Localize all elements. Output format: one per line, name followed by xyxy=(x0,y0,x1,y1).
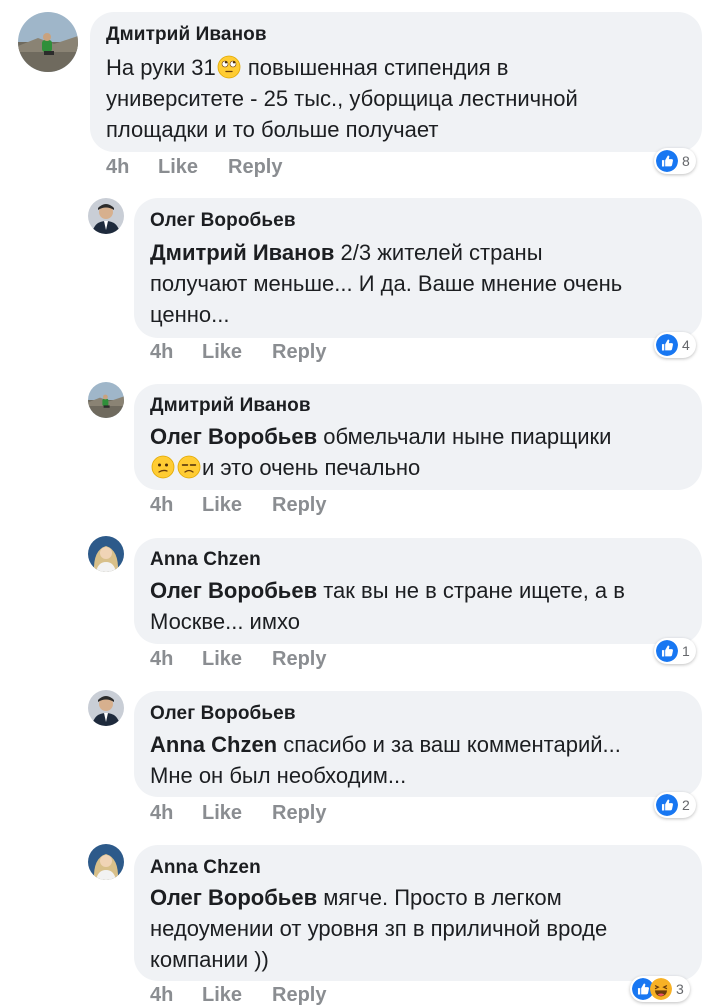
reaction-summary[interactable]: 3 xyxy=(630,976,690,1002)
comment-text: Олег Воробьев так вы не в стране ищете, … xyxy=(150,575,698,637)
avatar-image xyxy=(18,12,78,72)
comment-text-line: ценно... xyxy=(150,302,230,327)
comment-text-line: На руки 31 xyxy=(106,55,216,80)
like-button[interactable]: Like xyxy=(158,156,198,179)
reaction-count: 4 xyxy=(682,337,690,353)
comment-text: Олег Воробьев обмельчали ныне пиарщики и… xyxy=(150,421,698,483)
comment-text-line: обмельчали ныне пиарщики xyxy=(317,424,612,449)
comment-time[interactable]: 4h xyxy=(150,984,173,1007)
avatar-image xyxy=(88,198,124,234)
mention-link[interactable]: Олег Воробьев xyxy=(150,424,317,449)
comment-text-line: спасибо и за ваш комментарий... xyxy=(277,732,621,757)
reply-button[interactable]: Reply xyxy=(272,984,326,1007)
comment-author[interactable]: Олег Воробьев xyxy=(150,210,296,232)
like-button[interactable]: Like xyxy=(202,494,242,517)
comment-text-line: площадки и то больше получает xyxy=(106,117,439,142)
comment-text: На руки 31 повышенная стипендия в универ… xyxy=(106,52,696,145)
comment-text: Дмитрий Иванов 2/3 жителей страны получа… xyxy=(150,237,698,330)
comment-text-line: Москве... имхо xyxy=(150,609,300,634)
reply-button[interactable]: Reply xyxy=(272,494,326,517)
comment-text-line: мягче. Просто в легком xyxy=(317,885,562,910)
like-button[interactable]: Like xyxy=(202,802,242,825)
like-reaction-icon xyxy=(656,794,678,816)
comment-text-line: недоумении от уровня зп в приличной врод… xyxy=(150,916,608,941)
confused-face-emoji-icon xyxy=(151,455,175,479)
avatar-dmitriy[interactable] xyxy=(18,12,78,72)
reaction-summary[interactable]: 8 xyxy=(654,148,696,174)
avatar-image xyxy=(88,844,124,880)
mention-link[interactable]: Дмитрий Иванов xyxy=(150,240,334,265)
comment-text-line: компании )) xyxy=(150,947,269,972)
comment-author[interactable]: Дмитрий Иванов xyxy=(106,24,267,46)
unamused-face-emoji-icon xyxy=(177,455,201,479)
reply-button[interactable]: Reply xyxy=(228,156,282,179)
comment-text-line: и это очень печально xyxy=(202,455,421,480)
reaction-summary[interactable]: 1 xyxy=(654,638,696,664)
comment-text-line: Мне он был необходим... xyxy=(150,763,407,788)
comment-author[interactable]: Anna Chzen xyxy=(150,857,261,879)
like-button[interactable]: Like xyxy=(202,341,242,364)
reaction-count: 1 xyxy=(682,643,690,659)
reply-button[interactable]: Reply xyxy=(272,648,326,671)
avatar-dmitriy[interactable] xyxy=(88,382,124,418)
reaction-count: 3 xyxy=(676,981,684,997)
comment-time[interactable]: 4h xyxy=(150,648,173,671)
mention-link[interactable]: Anna Chzen xyxy=(150,732,277,757)
rolling-eyes-emoji-icon xyxy=(217,55,241,79)
like-button[interactable]: Like xyxy=(202,648,242,671)
comment-author[interactable]: Дмитрий Иванов xyxy=(150,395,311,417)
comment-author[interactable]: Anna Chzen xyxy=(150,549,261,571)
comment-time[interactable]: 4h xyxy=(150,802,173,825)
reaction-count: 8 xyxy=(682,153,690,169)
like-button[interactable]: Like xyxy=(202,984,242,1007)
comment-time[interactable]: 4h xyxy=(106,156,129,179)
haha-reaction-icon xyxy=(650,978,672,1000)
reaction-count: 2 xyxy=(682,797,690,813)
avatar-anna[interactable] xyxy=(88,844,124,880)
comment-text-line: 2/3 жителей страны xyxy=(334,240,543,265)
like-reaction-icon xyxy=(656,150,678,172)
avatar-oleg[interactable] xyxy=(88,690,124,726)
comment-text: Олег Воробьев мягче. Просто в легком нед… xyxy=(150,882,698,975)
comment-author[interactable]: Олег Воробьев xyxy=(150,703,296,725)
like-reaction-icon xyxy=(656,334,678,356)
like-reaction-icon xyxy=(656,640,678,662)
mention-link[interactable]: Олег Воробьев xyxy=(150,885,317,910)
comment-text-line: повышенная стипендия в xyxy=(241,55,509,80)
reaction-summary[interactable]: 4 xyxy=(654,332,696,358)
avatar-image xyxy=(88,382,124,418)
reply-button[interactable]: Reply xyxy=(272,341,326,364)
avatar-image xyxy=(88,690,124,726)
avatar-image xyxy=(88,536,124,572)
avatar-oleg[interactable] xyxy=(88,198,124,234)
reply-button[interactable]: Reply xyxy=(272,802,326,825)
comment-text-line: получают меньше... И да. Ваше мнение оче… xyxy=(150,271,623,296)
mention-link[interactable]: Олег Воробьев xyxy=(150,578,317,603)
comment-text-line: так вы не в стране ищете, а в xyxy=(317,578,625,603)
comment-text: Anna Chzen спасибо и за ваш комментарий.… xyxy=(150,729,698,791)
avatar-anna[interactable] xyxy=(88,536,124,572)
reaction-summary[interactable]: 2 xyxy=(654,792,696,818)
comment-time[interactable]: 4h xyxy=(150,341,173,364)
comment-text-line: университете - 25 тыс., уборщица лестнич… xyxy=(106,86,578,111)
comment-time[interactable]: 4h xyxy=(150,494,173,517)
